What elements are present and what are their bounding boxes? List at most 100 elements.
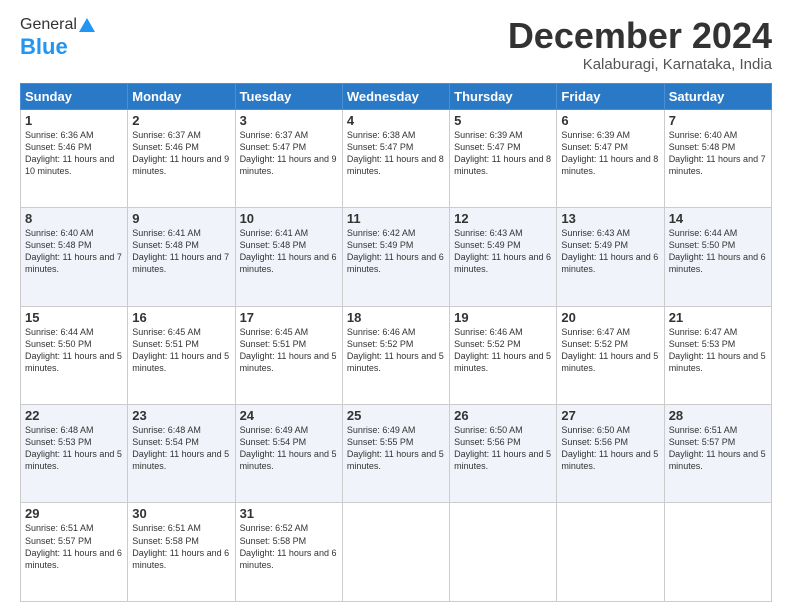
col-sunday: Sunday [21,83,128,109]
table-row: 8 Sunrise: 6:40 AMSunset: 5:48 PMDayligh… [21,208,128,306]
day-info: Sunrise: 6:40 AMSunset: 5:48 PMDaylight:… [669,130,766,176]
table-row: 21 Sunrise: 6:47 AMSunset: 5:53 PMDaylig… [664,306,771,404]
day-number: 18 [347,310,445,325]
table-row: 25 Sunrise: 6:49 AMSunset: 5:55 PMDaylig… [342,405,449,503]
day-info: Sunrise: 6:52 AMSunset: 5:58 PMDaylight:… [240,523,337,569]
day-number: 15 [25,310,123,325]
day-number: 31 [240,506,338,521]
table-row: 26 Sunrise: 6:50 AMSunset: 5:56 PMDaylig… [450,405,557,503]
calendar-header-row: Sunday Monday Tuesday Wednesday Thursday… [21,83,772,109]
logo-general-text: General [20,16,77,34]
table-row: 1 Sunrise: 6:36 AMSunset: 5:46 PMDayligh… [21,109,128,207]
day-info: Sunrise: 6:46 AMSunset: 5:52 PMDaylight:… [454,327,551,373]
day-number: 13 [561,211,659,226]
table-row: 6 Sunrise: 6:39 AMSunset: 5:47 PMDayligh… [557,109,664,207]
day-number: 5 [454,113,552,128]
calendar-week-row: 22 Sunrise: 6:48 AMSunset: 5:53 PMDaylig… [21,405,772,503]
day-number: 25 [347,408,445,423]
day-number: 29 [25,506,123,521]
table-row: 19 Sunrise: 6:46 AMSunset: 5:52 PMDaylig… [450,306,557,404]
page: General Blue December 2024 Kalaburagi, K… [0,0,792,612]
table-row [664,503,771,602]
table-row: 17 Sunrise: 6:45 AMSunset: 5:51 PMDaylig… [235,306,342,404]
table-row [342,503,449,602]
calendar-week-row: 8 Sunrise: 6:40 AMSunset: 5:48 PMDayligh… [21,208,772,306]
day-number: 21 [669,310,767,325]
day-number: 11 [347,211,445,226]
col-thursday: Thursday [450,83,557,109]
table-row: 16 Sunrise: 6:45 AMSunset: 5:51 PMDaylig… [128,306,235,404]
day-number: 2 [132,113,230,128]
col-saturday: Saturday [664,83,771,109]
day-number: 7 [669,113,767,128]
day-info: Sunrise: 6:51 AMSunset: 5:58 PMDaylight:… [132,523,229,569]
table-row: 23 Sunrise: 6:48 AMSunset: 5:54 PMDaylig… [128,405,235,503]
day-number: 26 [454,408,552,423]
day-number: 6 [561,113,659,128]
day-info: Sunrise: 6:36 AMSunset: 5:46 PMDaylight:… [25,130,114,176]
day-info: Sunrise: 6:39 AMSunset: 5:47 PMDaylight:… [561,130,658,176]
day-number: 10 [240,211,338,226]
logo-triangle-icon [78,16,96,34]
table-row: 13 Sunrise: 6:43 AMSunset: 5:49 PMDaylig… [557,208,664,306]
day-info: Sunrise: 6:48 AMSunset: 5:54 PMDaylight:… [132,425,229,471]
location: Kalaburagi, Karnataka, India [508,56,772,73]
table-row: 28 Sunrise: 6:51 AMSunset: 5:57 PMDaylig… [664,405,771,503]
day-info: Sunrise: 6:47 AMSunset: 5:53 PMDaylight:… [669,327,766,373]
day-info: Sunrise: 6:41 AMSunset: 5:48 PMDaylight:… [240,228,337,274]
day-number: 4 [347,113,445,128]
day-number: 27 [561,408,659,423]
table-row: 30 Sunrise: 6:51 AMSunset: 5:58 PMDaylig… [128,503,235,602]
table-row: 12 Sunrise: 6:43 AMSunset: 5:49 PMDaylig… [450,208,557,306]
day-number: 16 [132,310,230,325]
day-number: 22 [25,408,123,423]
table-row: 15 Sunrise: 6:44 AMSunset: 5:50 PMDaylig… [21,306,128,404]
table-row: 10 Sunrise: 6:41 AMSunset: 5:48 PMDaylig… [235,208,342,306]
day-number: 8 [25,211,123,226]
day-info: Sunrise: 6:39 AMSunset: 5:47 PMDaylight:… [454,130,551,176]
table-row: 4 Sunrise: 6:38 AMSunset: 5:47 PMDayligh… [342,109,449,207]
table-row [450,503,557,602]
day-info: Sunrise: 6:42 AMSunset: 5:49 PMDaylight:… [347,228,444,274]
table-row: 11 Sunrise: 6:42 AMSunset: 5:49 PMDaylig… [342,208,449,306]
calendar-week-row: 15 Sunrise: 6:44 AMSunset: 5:50 PMDaylig… [21,306,772,404]
table-row: 3 Sunrise: 6:37 AMSunset: 5:47 PMDayligh… [235,109,342,207]
table-row: 27 Sunrise: 6:50 AMSunset: 5:56 PMDaylig… [557,405,664,503]
table-row: 9 Sunrise: 6:41 AMSunset: 5:48 PMDayligh… [128,208,235,306]
day-number: 23 [132,408,230,423]
table-row: 20 Sunrise: 6:47 AMSunset: 5:52 PMDaylig… [557,306,664,404]
day-info: Sunrise: 6:38 AMSunset: 5:47 PMDaylight:… [347,130,444,176]
table-row: 2 Sunrise: 6:37 AMSunset: 5:46 PMDayligh… [128,109,235,207]
day-number: 9 [132,211,230,226]
header: General Blue December 2024 Kalaburagi, K… [20,16,772,73]
logo-blue-text: Blue [20,34,68,60]
day-info: Sunrise: 6:44 AMSunset: 5:50 PMDaylight:… [669,228,766,274]
day-info: Sunrise: 6:51 AMSunset: 5:57 PMDaylight:… [669,425,766,471]
day-info: Sunrise: 6:51 AMSunset: 5:57 PMDaylight:… [25,523,122,569]
day-info: Sunrise: 6:45 AMSunset: 5:51 PMDaylight:… [240,327,337,373]
day-info: Sunrise: 6:43 AMSunset: 5:49 PMDaylight:… [454,228,551,274]
calendar-week-row: 1 Sunrise: 6:36 AMSunset: 5:46 PMDayligh… [21,109,772,207]
day-info: Sunrise: 6:48 AMSunset: 5:53 PMDaylight:… [25,425,122,471]
table-row: 29 Sunrise: 6:51 AMSunset: 5:57 PMDaylig… [21,503,128,602]
day-number: 30 [132,506,230,521]
calendar-week-row: 29 Sunrise: 6:51 AMSunset: 5:57 PMDaylig… [21,503,772,602]
day-number: 17 [240,310,338,325]
day-number: 20 [561,310,659,325]
table-row [557,503,664,602]
day-info: Sunrise: 6:49 AMSunset: 5:54 PMDaylight:… [240,425,337,471]
table-row: 31 Sunrise: 6:52 AMSunset: 5:58 PMDaylig… [235,503,342,602]
logo: General Blue [20,16,97,60]
day-info: Sunrise: 6:50 AMSunset: 5:56 PMDaylight:… [561,425,658,471]
day-info: Sunrise: 6:44 AMSunset: 5:50 PMDaylight:… [25,327,122,373]
day-info: Sunrise: 6:47 AMSunset: 5:52 PMDaylight:… [561,327,658,373]
col-friday: Friday [557,83,664,109]
table-row: 18 Sunrise: 6:46 AMSunset: 5:52 PMDaylig… [342,306,449,404]
day-info: Sunrise: 6:41 AMSunset: 5:48 PMDaylight:… [132,228,229,274]
month-title: December 2024 [508,16,772,56]
day-number: 14 [669,211,767,226]
table-row: 14 Sunrise: 6:44 AMSunset: 5:50 PMDaylig… [664,208,771,306]
day-number: 28 [669,408,767,423]
day-info: Sunrise: 6:37 AMSunset: 5:46 PMDaylight:… [132,130,229,176]
col-wednesday: Wednesday [342,83,449,109]
